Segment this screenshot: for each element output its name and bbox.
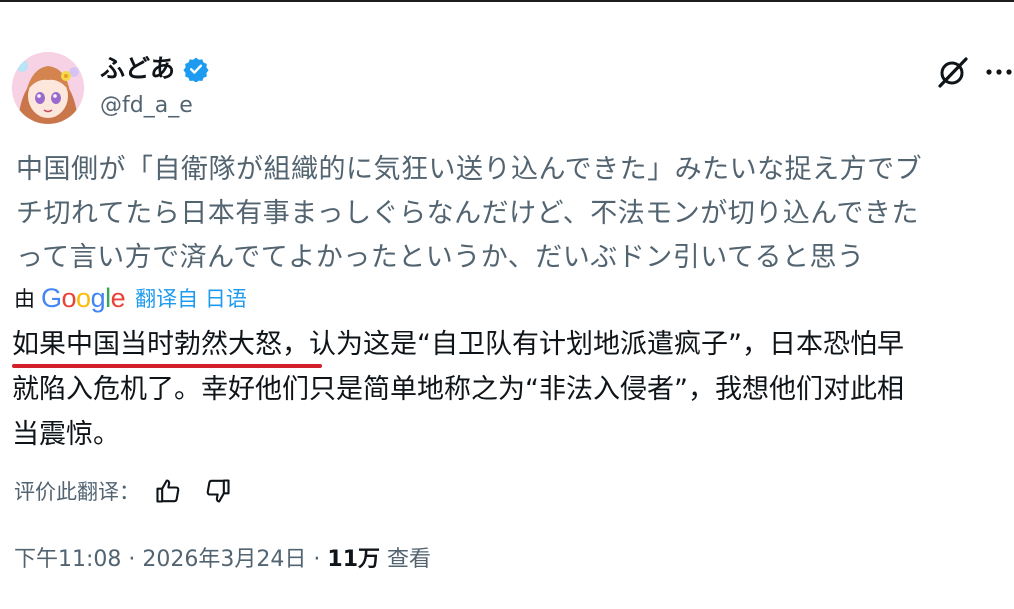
view-count: 11万 bbox=[327, 547, 381, 572]
translation-attribution: 由 Google 翻译自 日语 bbox=[14, 283, 247, 313]
grok-icon[interactable] bbox=[936, 55, 970, 89]
original-post-text: 中国側が「自衛隊が組織的に気狂い送り込んできた」みたいな捉え方でブ チ切れてたら… bbox=[16, 148, 1006, 280]
google-logo: Google bbox=[41, 283, 126, 313]
author-handle[interactable]: @fd_a_e bbox=[100, 92, 193, 120]
thumbs-up-icon[interactable] bbox=[154, 477, 182, 505]
translated-from-link[interactable]: 翻译自 日语 bbox=[135, 283, 247, 313]
author-name-row[interactable]: ふどあ bbox=[100, 54, 209, 84]
author-display-name[interactable]: ふどあ bbox=[100, 54, 175, 84]
translated-line: 当震惊。 bbox=[12, 419, 120, 450]
post-time[interactable]: 下午11:08 bbox=[14, 547, 121, 572]
rate-translation-row: 评价此翻译： bbox=[14, 476, 254, 506]
translated-line: 如果中国当时勃然大怒，认为这是“自卫队有计划地派遣疯子”，日本恐怕早 bbox=[12, 329, 904, 360]
views-label: 查看 bbox=[387, 547, 432, 572]
top-divider bbox=[0, 0, 1014, 2]
more-icon[interactable] bbox=[984, 58, 1014, 86]
anime-girl-avatar-icon bbox=[12, 52, 84, 124]
rate-translation-label: 评价此翻译： bbox=[14, 480, 140, 504]
original-line: って言い方で済んでてよかったというか、だいぶドン引いてると思う bbox=[16, 242, 865, 273]
red-underline-annotation bbox=[12, 364, 322, 368]
post-meta: 下午11:08 · 2026年3月24日 · 11万 查看 bbox=[14, 545, 431, 575]
translated-by-label: 由 bbox=[14, 287, 35, 311]
meta-separator: · bbox=[313, 547, 321, 572]
post-date[interactable]: 2026年3月24日 bbox=[142, 547, 306, 572]
avatar[interactable] bbox=[12, 52, 84, 124]
translated-line: 就陷入危机了。幸好他们只是简单地称之为“非法入侵者”，我想他们对此相 bbox=[12, 374, 904, 405]
meta-separator: · bbox=[128, 547, 136, 572]
translated-post-text: 如果中国当时勃然大怒，认为这是“自卫队有计划地派遣疯子”，日本恐怕早 就陷入危机… bbox=[12, 322, 1006, 457]
original-line: チ切れてたら日本有事まっしぐらなんだけど、不法モンが切り込んできた bbox=[16, 198, 919, 229]
thumbs-down-icon[interactable] bbox=[204, 477, 232, 505]
verified-badge-icon bbox=[183, 56, 209, 83]
original-line: 中国側が「自衛隊が組織的に気狂い送り込んできた」みたいな捉え方でブ bbox=[16, 154, 923, 185]
